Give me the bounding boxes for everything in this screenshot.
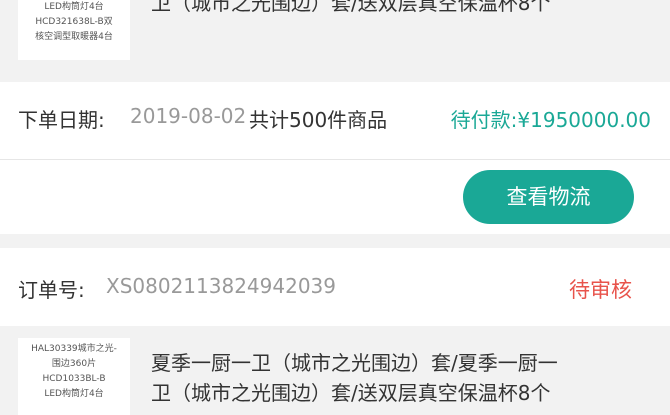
item-count: 共计500件商品 xyxy=(249,108,388,132)
thumbnail-text: LED构筒灯4台 xyxy=(44,389,104,399)
order-2-header[interactable]: 订单号: XS0802113824942039 待审核 xyxy=(0,248,670,326)
order-number: XS0802113824942039 xyxy=(106,274,336,298)
order-date-label: 下单日期: xyxy=(18,108,105,132)
product-title[interactable]: 夏季一厨一卫（城市之光围边）套/夏季一厨一 卫（城市之光围边）套/送双层真空保温… xyxy=(151,348,656,408)
product-title[interactable]: 卫（城市之光围边）套/送双层真空保温杯8个 xyxy=(151,0,656,18)
thumbnail-text: 核空调型取暖器4台 xyxy=(35,32,113,42)
thumbnail-text: LED构筒灯4台 xyxy=(44,2,104,12)
thumbnail-text: HCD321638L-B双 xyxy=(35,17,113,27)
order-divider xyxy=(0,234,670,248)
product-thumbnail[interactable]: LED构筒灯4台 HCD321638L-B双 核空调型取暖器4台 xyxy=(18,0,130,60)
order-status-badge: 待审核 xyxy=(569,278,632,302)
view-logistics-button[interactable]: 查看物流 xyxy=(463,170,634,224)
order-number-label: 订单号: xyxy=(18,278,85,302)
order-1-product[interactable]: LED构筒灯4台 HCD321638L-B双 核空调型取暖器4台 卫（城市之光围… xyxy=(0,0,670,82)
product-title-line: 卫（城市之光围边）套/送双层真空保温杯8个 xyxy=(151,0,551,15)
order-date: 2019-08-02 xyxy=(130,104,247,128)
thumbnail-text: HCD1033BL-B xyxy=(42,374,106,384)
order-1-summary: 下单日期: 2019-08-02 共计500件商品 待付款:¥1950000.0… xyxy=(0,82,670,160)
product-thumbnail[interactable]: HAL30339城市之光- 围边360片 HCD1033BL-B LED构筒灯4… xyxy=(18,338,130,415)
product-title-line: 夏季一厨一卫（城市之光围边）套/夏季一厨一 xyxy=(151,351,558,375)
thumbnail-text: HAL30339城市之光- xyxy=(31,344,117,354)
payment-status-amount: 待付款:¥1950000.00 xyxy=(450,108,651,132)
order-1-actions: 查看物流 xyxy=(0,160,670,234)
product-title-line: 卫（城市之光围边）套/送双层真空保温杯8个 xyxy=(151,381,551,405)
thumbnail-text: 围边360片 xyxy=(51,359,97,369)
